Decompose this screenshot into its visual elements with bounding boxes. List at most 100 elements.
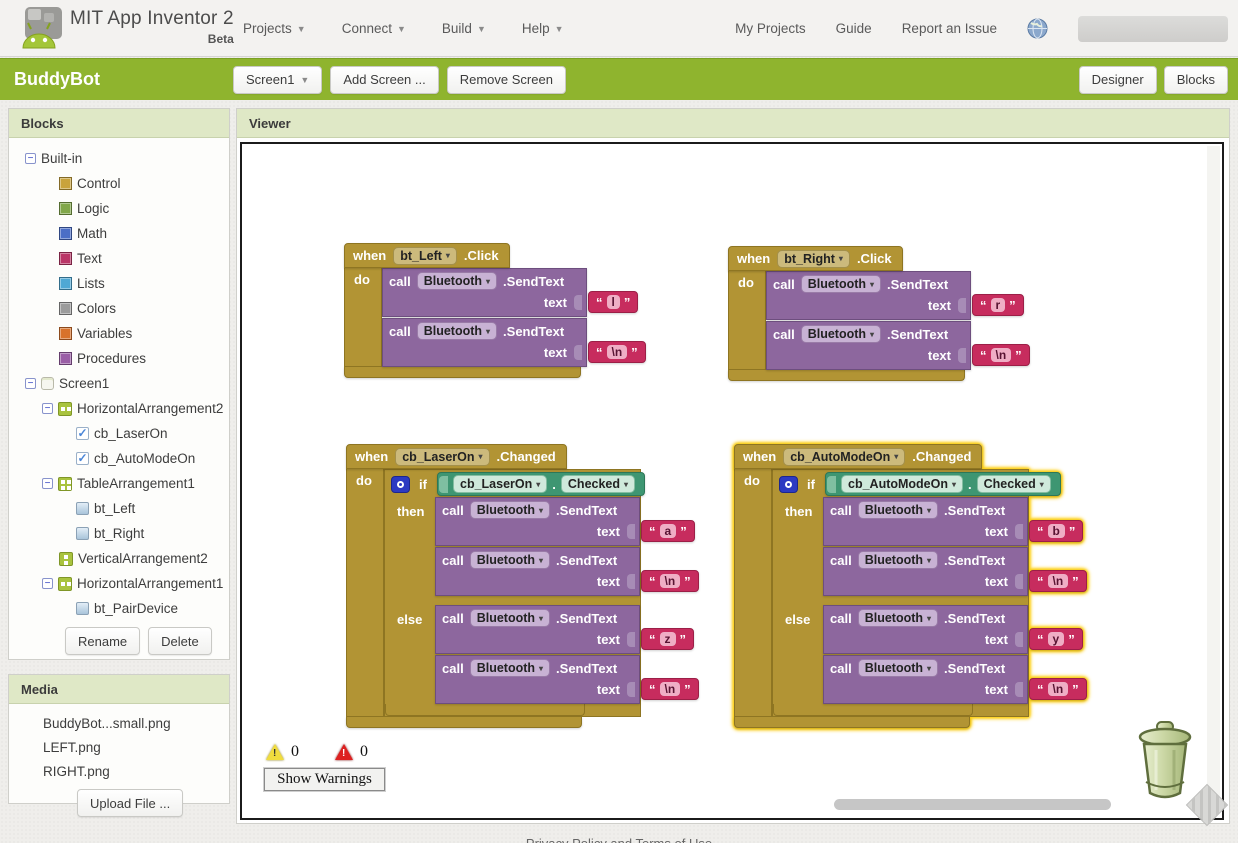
call-sendtext-block[interactable]: call Bluetooth ▾ .SendText text “z” bbox=[435, 605, 694, 654]
nav-link-guide[interactable]: Guide bbox=[836, 21, 872, 36]
component-dropdown[interactable]: Bluetooth ▾ bbox=[857, 659, 939, 677]
component-dropdown[interactable]: Bluetooth ▾ bbox=[800, 275, 882, 293]
event-component-dropdown[interactable]: cb_LaserOn ▾ bbox=[395, 447, 490, 466]
text-value[interactable]: \n bbox=[659, 682, 681, 696]
mutator-gear-icon[interactable] bbox=[391, 475, 410, 493]
menu-help[interactable]: Help ▼ bbox=[522, 21, 564, 36]
text-string-block[interactable]: “a” bbox=[641, 520, 695, 542]
language-globe-icon[interactable] bbox=[1027, 18, 1048, 39]
call-sendtext-block[interactable]: call Bluetooth ▾ .SendText text “\n” bbox=[382, 318, 646, 367]
component-dropdown[interactable]: Bluetooth ▾ bbox=[469, 659, 551, 677]
remove-screen-button[interactable]: Remove Screen bbox=[446, 65, 566, 94]
tree-item-colors[interactable]: Colors bbox=[9, 296, 229, 321]
tree-item-bt_left[interactable]: bt_Left bbox=[9, 496, 229, 521]
footer-links[interactable]: Privacy Policy and Terms of Use bbox=[0, 836, 1238, 843]
condition-component-dropdown[interactable]: cb_AutoModeOn ▾ bbox=[841, 475, 964, 493]
tree-item-variables[interactable]: Variables bbox=[9, 321, 229, 346]
tree-item-tablearrangement1[interactable]: − TableArrangement1 bbox=[9, 471, 229, 496]
vertical-scrollbar-track[interactable] bbox=[1207, 146, 1220, 796]
collapse-toggle-icon[interactable]: − bbox=[25, 378, 36, 389]
nav-link-report-an-issue[interactable]: Report an Issue bbox=[902, 21, 997, 36]
collapse-toggle-icon[interactable]: − bbox=[42, 478, 53, 489]
text-value[interactable]: \n bbox=[990, 348, 1012, 362]
component-dropdown[interactable]: Bluetooth ▾ bbox=[800, 325, 882, 343]
text-string-block[interactable]: “\n” bbox=[1029, 678, 1087, 700]
menu-build[interactable]: Build ▼ bbox=[442, 21, 486, 36]
blocks-view-button[interactable]: Blocks bbox=[1163, 65, 1228, 94]
rename-button[interactable]: Rename bbox=[65, 627, 141, 655]
event-component-dropdown[interactable]: cb_AutoModeOn ▾ bbox=[783, 447, 906, 466]
tree-item-horizontalarrangement2[interactable]: − HorizontalArrangement2 bbox=[9, 396, 229, 421]
tree-item-logic[interactable]: Logic bbox=[9, 196, 229, 221]
if-block[interactable]: if cb_AutoModeOn ▾. Checked ▾ then call Bluetoo… bbox=[772, 469, 1087, 717]
text-string-block[interactable]: “b” bbox=[1029, 520, 1084, 542]
component-dropdown[interactable]: Bluetooth ▾ bbox=[416, 272, 498, 290]
show-warnings-button[interactable]: Show Warnings bbox=[263, 767, 386, 792]
tree-item-bt_right[interactable]: bt_Right bbox=[9, 521, 229, 546]
text-string-block[interactable]: “\n” bbox=[972, 344, 1030, 366]
tree-item-control[interactable]: Control bbox=[9, 171, 229, 196]
event-block-cb_LaserOn[interactable]: when cb_LaserOn ▾ .Changed do if cb_LaserOn ▾. C… bbox=[346, 444, 699, 728]
mutator-gear-icon[interactable] bbox=[779, 475, 798, 493]
text-value[interactable]: \n bbox=[1047, 682, 1069, 696]
tree-item-screen1[interactable]: − Screen1 bbox=[9, 371, 229, 396]
collapse-toggle-icon[interactable]: − bbox=[42, 578, 53, 589]
tree-item-lists[interactable]: Lists bbox=[9, 271, 229, 296]
call-sendtext-block[interactable]: call Bluetooth ▾ .SendText text “r” bbox=[766, 271, 1024, 320]
text-string-block[interactable]: “y” bbox=[1029, 628, 1083, 650]
upload-file-button[interactable]: Upload File ... bbox=[77, 789, 184, 817]
text-value[interactable]: r bbox=[990, 298, 1006, 312]
media-file[interactable]: BuddyBot...small.png bbox=[43, 716, 229, 731]
text-string-block[interactable]: “\n” bbox=[641, 570, 699, 592]
tree-item-bt_pairdevice[interactable]: bt_PairDevice bbox=[9, 596, 229, 621]
condition-property-dropdown[interactable]: Checked ▾ bbox=[976, 475, 1051, 493]
component-dropdown[interactable]: Bluetooth ▾ bbox=[469, 501, 551, 519]
component-dropdown[interactable]: Bluetooth ▾ bbox=[857, 501, 939, 519]
checked-getter-block[interactable]: cb_LaserOn ▾. Checked ▾ bbox=[437, 472, 646, 496]
add-screen-button[interactable]: Add Screen ... bbox=[330, 65, 439, 94]
text-value[interactable]: \n bbox=[1047, 574, 1069, 588]
call-sendtext-block[interactable]: call Bluetooth ▾ .SendText text “\n” bbox=[766, 321, 1030, 370]
condition-property-dropdown[interactable]: Checked ▾ bbox=[560, 475, 636, 493]
text-string-block[interactable]: “l” bbox=[588, 291, 639, 313]
nav-link-my-projects[interactable]: My Projects bbox=[735, 21, 806, 36]
tree-item-procedures[interactable]: Procedures bbox=[9, 346, 229, 371]
tree-item-cb_automodeon[interactable]: ✓ cb_AutoModeOn bbox=[9, 446, 229, 471]
user-account-blurred[interactable] bbox=[1078, 15, 1228, 42]
media-file[interactable]: LEFT.png bbox=[43, 740, 229, 755]
text-string-block[interactable]: “r” bbox=[972, 294, 1024, 316]
checked-getter-block[interactable]: cb_AutoModeOn ▾. Checked ▾ bbox=[825, 472, 1061, 496]
component-dropdown[interactable]: Bluetooth ▾ bbox=[469, 551, 551, 569]
tree-item-built-in[interactable]: − Built-in bbox=[9, 146, 229, 171]
event-component-dropdown[interactable]: bt_Left ▾ bbox=[393, 246, 457, 265]
text-value[interactable]: \n bbox=[659, 574, 681, 588]
event-component-dropdown[interactable]: bt_Right ▾ bbox=[777, 249, 850, 268]
media-file[interactable]: RIGHT.png bbox=[43, 764, 229, 779]
event-block-cb_AutoModeOn[interactable]: when cb_AutoModeOn ▾ .Changed do if cb_AutoMod… bbox=[734, 444, 1087, 728]
condition-component-dropdown[interactable]: cb_LaserOn ▾ bbox=[453, 475, 548, 493]
blocks-workspace-canvas[interactable]: 0 0 Show Warnings whenbt_Left▾.Clickd bbox=[240, 142, 1224, 820]
text-string-block[interactable]: “\n” bbox=[1029, 570, 1087, 592]
collapse-toggle-icon[interactable]: − bbox=[42, 403, 53, 414]
event-block-bt_Right[interactable]: when bt_Right ▾ .Click do call Bluetooth ▾ .Send… bbox=[728, 246, 1030, 381]
text-string-block[interactable]: “\n” bbox=[641, 678, 699, 700]
text-string-block[interactable]: “z” bbox=[641, 628, 694, 650]
text-string-block[interactable]: “\n” bbox=[588, 341, 646, 363]
if-block[interactable]: if cb_LaserOn ▾. Checked ▾ then call Bluetooth ▾… bbox=[384, 469, 699, 717]
tree-item-math[interactable]: Math bbox=[9, 221, 229, 246]
tree-item-horizontalarrangement1[interactable]: − HorizontalArrangement1 bbox=[9, 571, 229, 596]
delete-button[interactable]: Delete bbox=[148, 627, 212, 655]
screen-selector-button[interactable]: Screen1 ▼ bbox=[233, 65, 323, 94]
tree-item-verticalarrangement2[interactable]: VerticalArrangement2 bbox=[9, 546, 229, 571]
text-value[interactable]: y bbox=[1047, 632, 1065, 646]
text-value[interactable]: b bbox=[1047, 524, 1065, 538]
collapse-toggle-icon[interactable]: − bbox=[25, 153, 36, 164]
call-sendtext-block[interactable]: call Bluetooth ▾ .SendText text “\n” bbox=[823, 655, 1087, 704]
call-sendtext-block[interactable]: call Bluetooth ▾ .SendText text “b” bbox=[823, 497, 1084, 546]
call-sendtext-block[interactable]: call Bluetooth ▾ .SendText text “\n” bbox=[435, 547, 699, 596]
trash-can-icon[interactable] bbox=[1134, 720, 1196, 807]
component-dropdown[interactable]: Bluetooth ▾ bbox=[416, 322, 498, 340]
menu-connect[interactable]: Connect ▼ bbox=[342, 21, 406, 36]
horizontal-scrollbar-thumb[interactable] bbox=[834, 799, 1111, 810]
event-block-bt_Left[interactable]: when bt_Left ▾ .Click do call Bluetooth ▾ .SendT… bbox=[344, 243, 646, 378]
